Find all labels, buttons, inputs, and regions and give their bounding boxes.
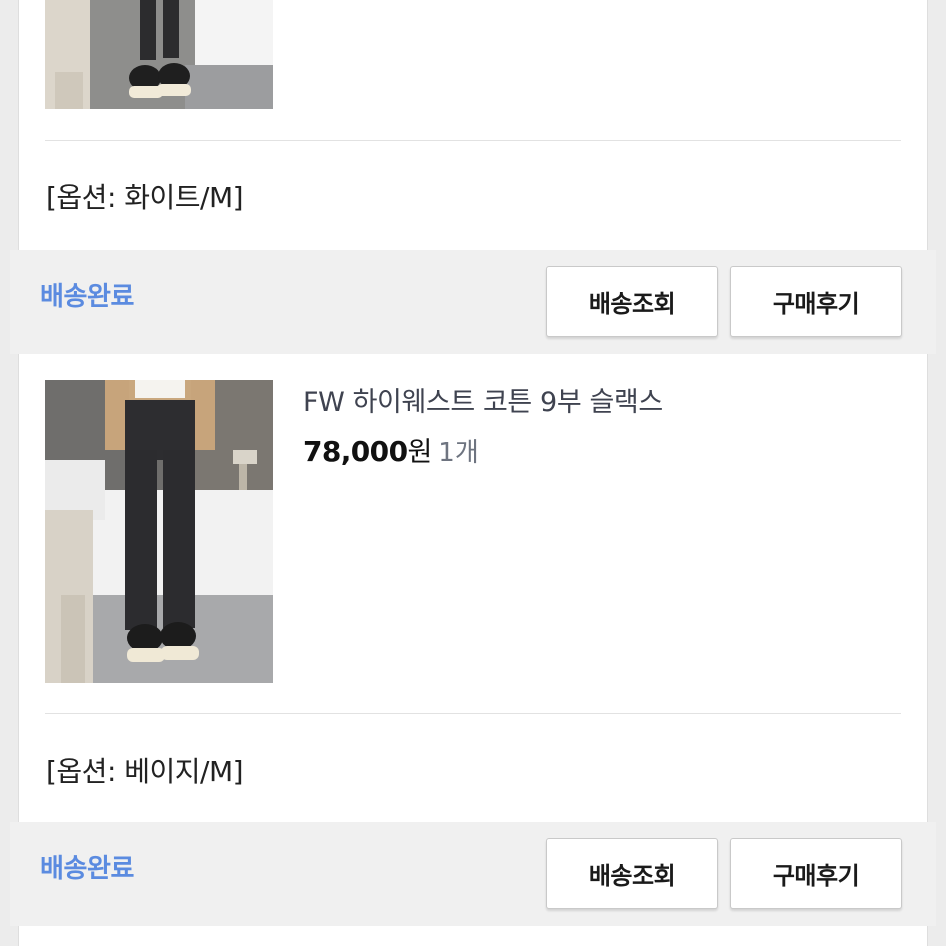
product-quantity: 1개 [438,438,479,468]
order-item-card [18,926,928,946]
order-action-bar: 배송완료 배송조회 구매후기 [10,250,936,354]
order-item-card: FW 하이웨스트 코튼 9부 슬랙스 78,000원 1개 [옵션: 베이지/M] [18,354,928,822]
option-text: [옵션: 베이지/M] [46,755,244,788]
delivery-status: 배송완료 [40,282,135,312]
delivery-status: 배송완료 [40,854,135,884]
product-price: 78,000 [303,435,408,468]
divider [45,140,901,141]
track-delivery-button[interactable]: 배송조회 [546,266,718,337]
currency-label: 원 [407,437,433,468]
product-thumbnail[interactable] [45,380,273,683]
track-delivery-button[interactable]: 배송조회 [546,838,718,909]
price-row: 78,000원 1개 [303,430,479,469]
write-review-button[interactable]: 구매후기 [730,266,902,337]
order-action-bar: 배송완료 배송조회 구매후기 [10,822,936,926]
product-thumbnail[interactable] [45,0,273,109]
option-text: [옵션: 화이트/M] [46,181,244,214]
order-item-card: [옵션: 화이트/M] [18,0,928,250]
write-review-button[interactable]: 구매후기 [730,838,902,909]
divider [45,713,901,714]
product-name[interactable]: FW 하이웨스트 코튼 9부 슬랙스 [303,380,663,419]
